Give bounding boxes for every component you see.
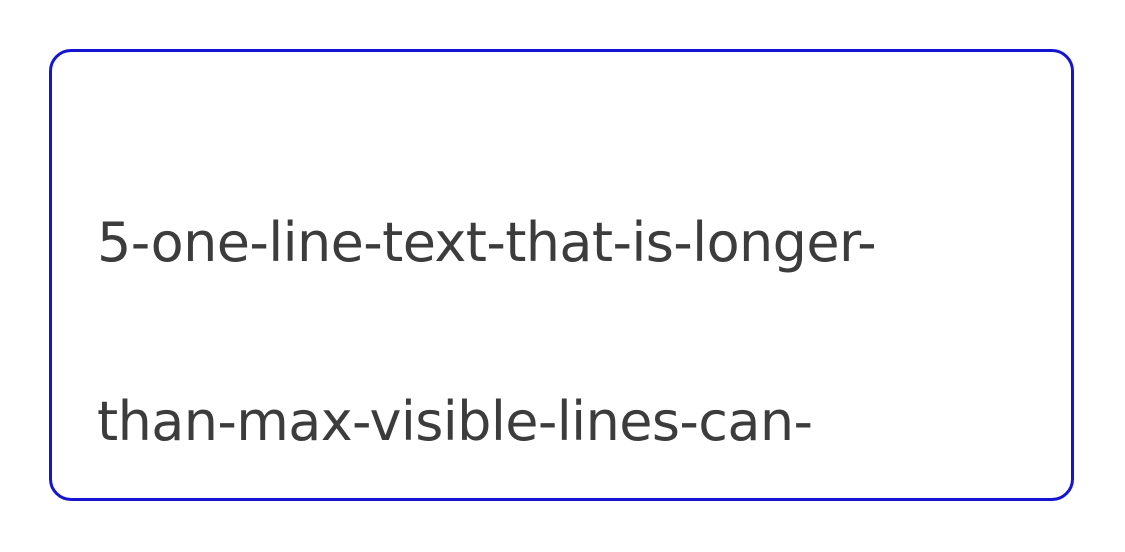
text-line-2: than-max-visible-lines-can- (97, 390, 813, 453)
multiline-text-field[interactable]: 5-one-line-text-that-is-longer- than-max… (49, 49, 1074, 501)
text-line-1: 5-one-line-text-that-is-longer- (97, 211, 877, 274)
